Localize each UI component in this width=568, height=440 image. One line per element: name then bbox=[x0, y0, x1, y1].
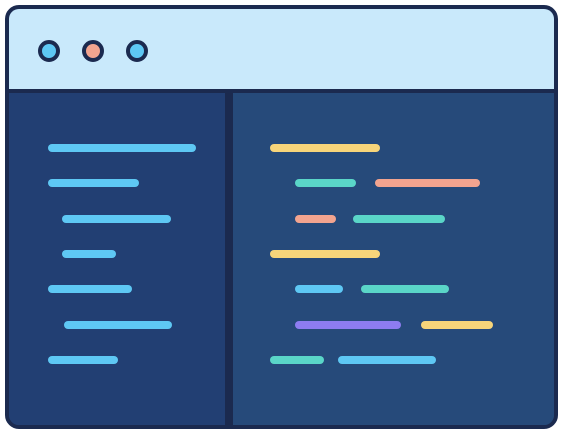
code-placeholder-line bbox=[421, 321, 493, 329]
sidebar-placeholder-line[interactable] bbox=[64, 321, 172, 329]
code-placeholder-line bbox=[295, 215, 336, 223]
sidebar-placeholder-line[interactable] bbox=[48, 144, 196, 152]
sidebar-panel bbox=[9, 93, 225, 425]
window-control-2[interactable] bbox=[82, 40, 104, 62]
code-placeholder-line bbox=[270, 250, 380, 258]
sidebar-placeholder-line[interactable] bbox=[62, 215, 171, 223]
sidebar-placeholder-line[interactable] bbox=[48, 179, 139, 187]
code-placeholder-line bbox=[270, 144, 380, 152]
sidebar-placeholder-line[interactable] bbox=[48, 356, 118, 364]
code-placeholder-line bbox=[295, 179, 356, 187]
sidebar-placeholder-line[interactable] bbox=[62, 250, 116, 258]
code-placeholder-line bbox=[338, 356, 436, 364]
code-placeholder-line bbox=[361, 285, 449, 293]
window-control-3[interactable] bbox=[126, 40, 148, 62]
code-placeholder-line bbox=[295, 321, 401, 329]
window-control-1[interactable] bbox=[38, 40, 60, 62]
pane-divider[interactable] bbox=[225, 93, 233, 425]
app-window bbox=[5, 5, 558, 429]
sidebar-placeholder-line[interactable] bbox=[48, 285, 132, 293]
code-placeholder-line bbox=[270, 356, 324, 364]
code-placeholder-line bbox=[295, 285, 343, 293]
code-placeholder-line bbox=[375, 179, 480, 187]
editor-panel bbox=[233, 93, 554, 425]
code-placeholder-line bbox=[353, 215, 445, 223]
title-bar bbox=[9, 9, 554, 93]
